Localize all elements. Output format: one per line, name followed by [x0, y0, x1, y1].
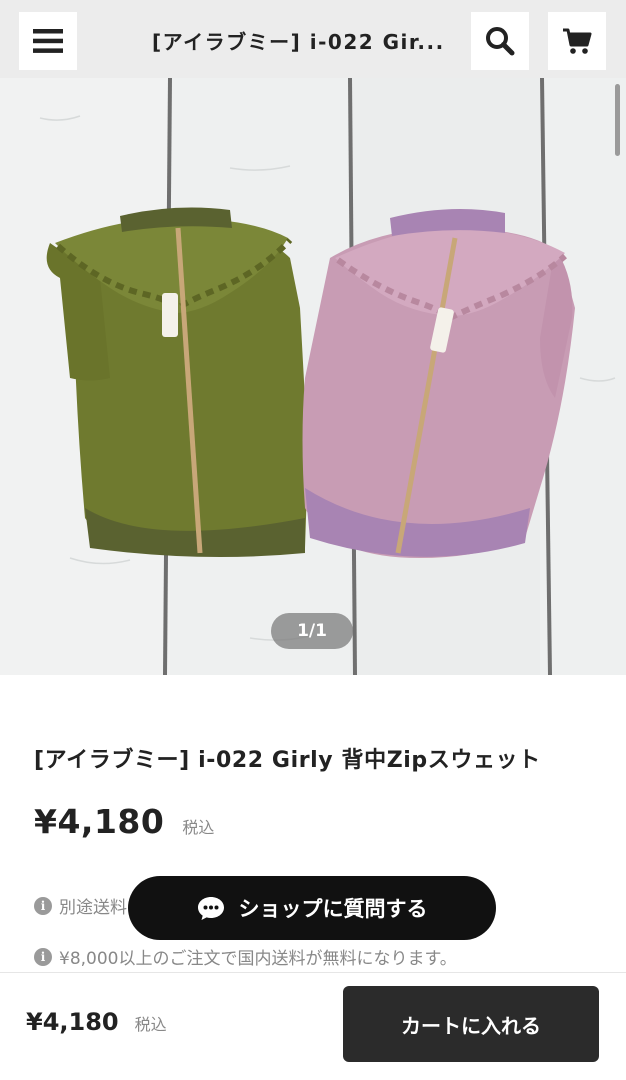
header-bar: [アイラブミー] i-022 Gir... — [0, 0, 626, 78]
tax-label: 税込 — [182, 818, 215, 837]
free-shipping-note-text: ¥8,000以上のご注文で国内送料が無料になります。 — [59, 949, 457, 969]
page-scrollbar[interactable] — [615, 84, 620, 156]
chat-bubble-icon — [197, 897, 224, 920]
bottom-price: ¥4,180 税込 — [26, 1008, 167, 1036]
free-shipping-note: i ¥8,000以上のご注文で国内送料が無料になります。 — [34, 944, 457, 969]
info-icon: i — [34, 947, 52, 966]
search-button[interactable] — [471, 12, 529, 70]
product-price: ¥4,180 — [34, 802, 165, 841]
shipping-note: i 別途送料 — [34, 893, 127, 918]
add-to-cart-button[interactable]: カートに入れる — [343, 986, 599, 1062]
cart-icon — [563, 28, 592, 54]
page-title: [アイラブミー] i-022 Gir... — [152, 30, 445, 54]
info-icon: i — [34, 896, 52, 915]
product-image-gallery[interactable] — [0, 78, 626, 675]
product-title: [アイラブミー] i-022 Girly 背中Zipスウェット — [34, 748, 541, 773]
image-counter: 1/1 — [271, 613, 353, 649]
green-sweat-garment — [46, 207, 308, 557]
ask-shop-label: ショップに質問する — [238, 897, 428, 921]
shipping-note-text: 別途送料 — [59, 898, 127, 918]
bottom-tax-label: 税込 — [134, 1015, 167, 1034]
search-icon — [486, 27, 515, 56]
product-photo — [0, 78, 626, 675]
hamburger-menu-icon — [33, 29, 63, 53]
bottom-price-value: ¥4,180 — [26, 1008, 119, 1036]
cart-button[interactable] — [548, 12, 606, 70]
ask-shop-button[interactable]: ショップに質問する — [128, 876, 496, 940]
price-row: ¥4,180 税込 — [34, 802, 214, 841]
pink-sweat-garment — [302, 209, 575, 558]
menu-button[interactable] — [19, 12, 77, 70]
